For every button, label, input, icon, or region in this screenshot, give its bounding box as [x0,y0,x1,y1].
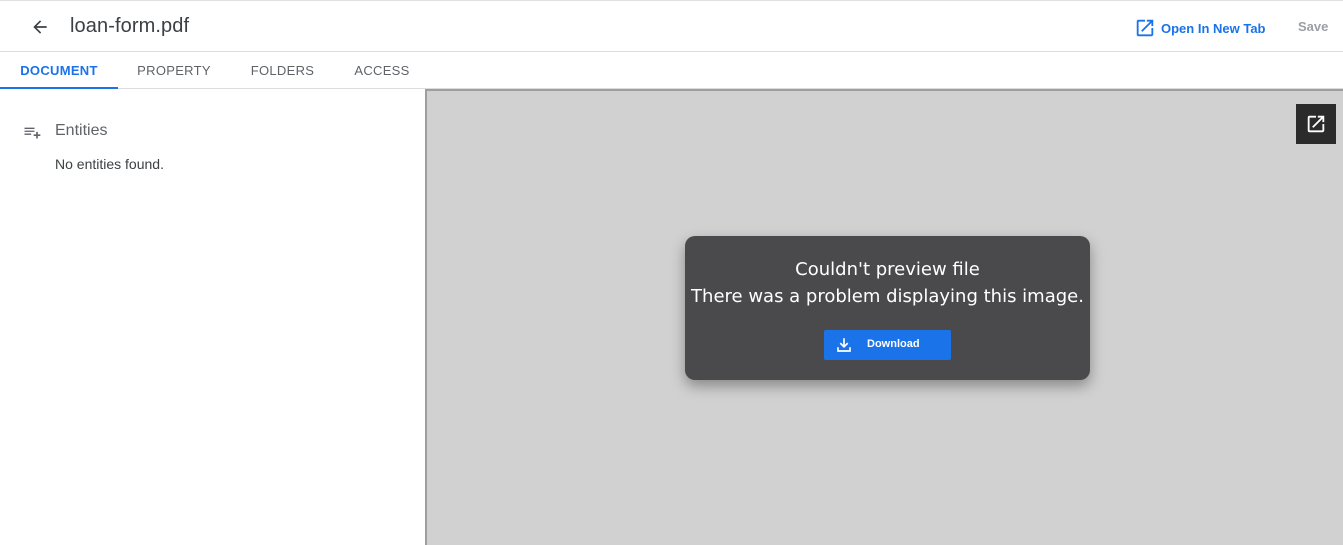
download-label: Download [867,338,920,350]
tab-bar: DOCUMENT PROPERTY FOLDERS ACCESS [0,52,1343,89]
entities-header [22,121,42,141]
open-in-new-icon [1136,19,1154,37]
tab-access[interactable]: ACCESS [343,52,421,88]
app-root: loan-form.pdf Open In New Tab Save DOCUM… [0,0,1343,545]
error-message: There was a problem displaying this imag… [691,286,1084,307]
arrow-back-icon [33,20,47,34]
tab-property[interactable]: PROPERTY [124,52,224,88]
tab-document[interactable]: DOCUMENT [0,52,118,89]
open-in-new-tab-button[interactable]: Open In New Tab [1134,16,1266,40]
preview-pane: Couldn't preview file There was a proble… [425,89,1343,545]
playlist-add-icon [24,127,41,139]
tab-folders[interactable]: FOLDERS [240,52,325,88]
open-in-new-icon [1307,115,1325,133]
download-button[interactable]: Download [824,330,951,360]
entities-panel: Entities No entities found. [0,89,425,545]
preview-error-card: Couldn't preview file There was a proble… [685,236,1090,380]
document-title: loan-form.pdf [70,15,190,37]
popout-button[interactable] [1296,104,1336,144]
open-in-new-tab-label: Open In New Tab [1161,20,1266,36]
error-title: Couldn't preview file [795,259,980,280]
no-entities-message: No entities found. [55,156,164,172]
download-icon [837,338,851,352]
save-button[interactable]: Save [1298,19,1328,34]
top-bar: loan-form.pdf Open In New Tab Save [0,0,1343,52]
back-button[interactable] [26,13,54,41]
entities-title: Entities [55,122,108,139]
